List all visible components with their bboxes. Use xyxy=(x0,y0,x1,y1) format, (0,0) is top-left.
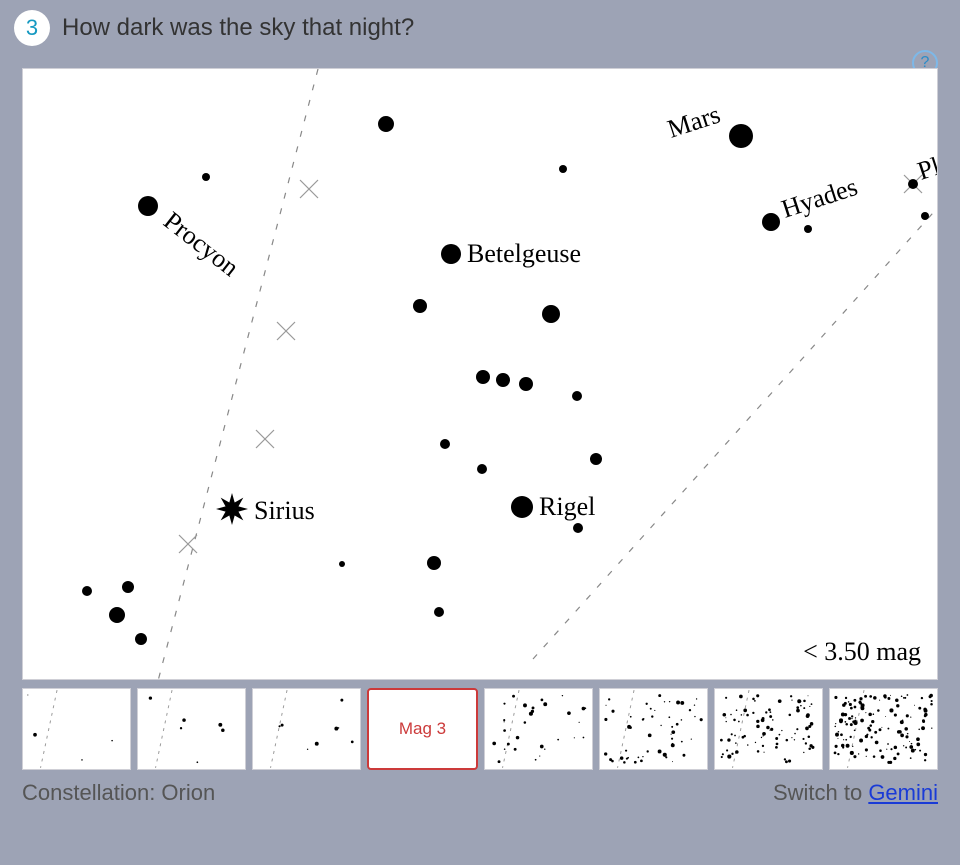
magnitude-thumb-7[interactable] xyxy=(829,688,938,770)
magnitude-thumb-1[interactable] xyxy=(137,688,246,770)
thumb-preview-icon xyxy=(253,689,360,769)
magnitude-thumb-0[interactable] xyxy=(22,688,131,770)
thumb-preview-icon xyxy=(715,689,822,769)
sky-chart[interactable]: MarsHyadesPleBetelgeuseProcyonSiriusRige… xyxy=(22,68,938,680)
switch-prefix: Switch to xyxy=(773,780,868,805)
sky-chart-svg: MarsHyadesPleBetelgeuseProcyonSiriusRige… xyxy=(23,69,938,680)
svg-text:Rigel: Rigel xyxy=(539,492,595,521)
switch-link[interactable]: Gemini xyxy=(868,780,938,805)
magnitude-thumbnail-row: Mag 3 xyxy=(22,688,938,770)
thumb-preview-icon xyxy=(23,689,130,769)
magnitude-thumb-label: Mag 3 xyxy=(399,719,446,739)
switch-constellation: Switch to Gemini xyxy=(773,780,938,806)
step-number-badge: 3 xyxy=(14,10,50,46)
step-header: 3 How dark was the sky that night? xyxy=(0,0,960,54)
svg-text:Procyon: Procyon xyxy=(158,206,244,282)
constellation-name: Orion xyxy=(161,780,215,805)
svg-text:Mars: Mars xyxy=(664,100,724,144)
question-text: How dark was the sky that night? xyxy=(62,14,414,42)
constellation-label: Constellation: Orion xyxy=(22,780,215,806)
constellation-prefix: Constellation: xyxy=(22,780,161,805)
svg-text:Sirius: Sirius xyxy=(254,496,315,525)
thumb-preview-icon xyxy=(138,689,245,769)
magnitude-thumb-3[interactable]: Mag 3 xyxy=(367,688,478,770)
magnitude-label: < 3.50 mag xyxy=(803,637,921,667)
svg-text:Betelgeuse: Betelgeuse xyxy=(467,239,581,268)
magnitude-thumb-5[interactable] xyxy=(599,688,708,770)
thumb-preview-icon xyxy=(830,689,937,769)
thumb-preview-icon xyxy=(600,689,707,769)
thumb-preview-icon xyxy=(485,689,592,769)
chart-footer: Constellation: Orion Switch to Gemini xyxy=(22,780,938,806)
magnitude-thumb-6[interactable] xyxy=(714,688,823,770)
magnitude-thumb-4[interactable] xyxy=(484,688,593,770)
svg-text:Hyades: Hyades xyxy=(778,172,861,224)
magnitude-thumb-2[interactable] xyxy=(252,688,361,770)
